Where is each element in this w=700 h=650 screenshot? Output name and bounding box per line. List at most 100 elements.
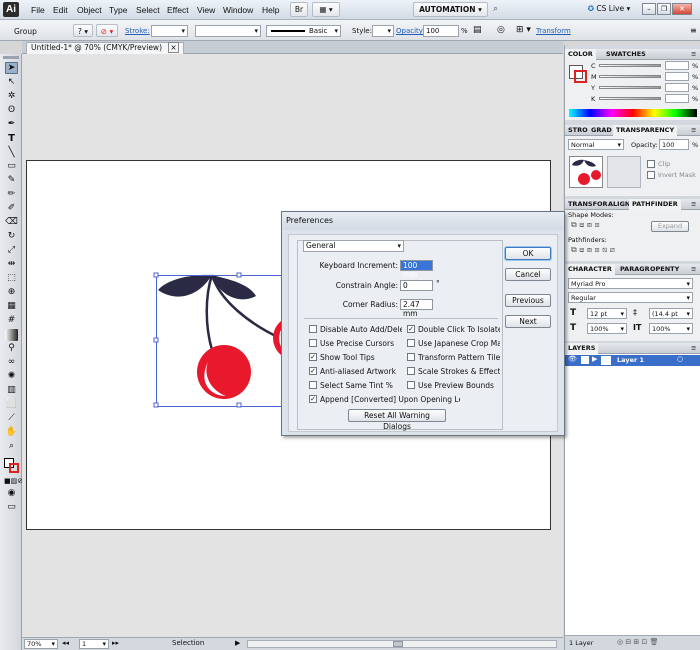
screen-mode-icon[interactable]: ▭ — [5, 502, 18, 514]
scale-tool-icon[interactable]: ⤢ — [5, 245, 18, 257]
stroke-color-icon[interactable] — [9, 463, 19, 473]
font-style-select[interactable]: Regular — [568, 292, 693, 303]
section-select[interactable]: General — [303, 240, 404, 252]
font-family-select[interactable]: Myriad Pro — [568, 278, 693, 289]
ok-button[interactable]: OK — [505, 247, 551, 260]
lock-toggle[interactable] — [581, 356, 589, 364]
keyboard-increment-input[interactable]: 100 mm — [400, 260, 433, 279]
document-tab[interactable]: Untitled-1* @ 70% (CMYK/Preview) × — [26, 42, 184, 54]
blend-mode-select[interactable]: Normal — [568, 139, 624, 150]
column-graph-tool-icon[interactable]: ▥ — [5, 385, 18, 397]
channel-m-field[interactable] — [665, 72, 689, 81]
disable-auto-add-delete-checkbox[interactable] — [309, 325, 317, 333]
restore-button[interactable]: ❐ — [657, 3, 671, 15]
bridge-button[interactable]: Br — [290, 2, 308, 17]
color-mode-icons[interactable]: ■▨⊘ — [4, 477, 23, 485]
menu-type[interactable]: Type — [109, 5, 127, 15]
gradient-tool-icon[interactable] — [5, 329, 18, 341]
shape-mode-icons[interactable]: ⧉ ⧈ ⧇ ⧆ — [571, 220, 600, 230]
recolor-artwork-icon[interactable]: ▤ — [473, 25, 482, 35]
channel-c-field[interactable] — [665, 61, 689, 70]
mesh-tool-icon[interactable]: # — [5, 315, 18, 327]
perspective-grid-tool-icon[interactable]: ▦ — [5, 301, 18, 313]
zoom-tool-icon[interactable]: ⌕ — [5, 441, 18, 453]
color-panel-menu-icon[interactable]: ≡ — [691, 49, 696, 59]
status-menu-arrow[interactable]: ▶ — [235, 639, 240, 647]
menu-file[interactable]: File — [31, 5, 45, 15]
japanese-crop-marks-checkbox[interactable] — [407, 339, 415, 347]
rotate-tool-icon[interactable]: ↻ — [5, 231, 18, 243]
tab-color[interactable]: COLOR — [565, 49, 596, 60]
lasso-tool-icon[interactable]: ʘ — [5, 105, 18, 117]
color-spectrum-ramp[interactable] — [569, 109, 697, 117]
zoom-field[interactable]: 70% — [24, 639, 58, 649]
blend-tool-icon[interactable]: ∞ — [5, 357, 18, 369]
channel-y-field[interactable] — [665, 83, 689, 92]
channel-y-slider[interactable] — [599, 86, 661, 89]
artboard-nav-prev[interactable]: ◂◂ — [62, 639, 69, 647]
fill-swatch[interactable]: ? ▾ — [73, 24, 93, 37]
character-panel-menu-icon[interactable]: ≡ — [691, 264, 696, 274]
selection-tool-icon[interactable]: ➤ — [5, 62, 18, 74]
constrain-angle-input[interactable]: 0 — [400, 280, 433, 291]
stroke-swatch[interactable]: ⊘ ▾ — [96, 24, 118, 37]
tab-gradient[interactable]: GRAD — [588, 125, 615, 136]
horizontal-scale-field[interactable]: 100% — [649, 323, 693, 334]
stroke-weight-field[interactable] — [151, 25, 188, 37]
width-tool-icon[interactable]: ⇹ — [5, 259, 18, 271]
draw-mode-icon[interactable]: ◉ — [5, 488, 18, 500]
menu-window[interactable]: Window — [223, 5, 253, 15]
pathfinder-panel-menu-icon[interactable]: ≡ — [691, 199, 696, 209]
tab-pathfinder[interactable]: PATHFINDER — [629, 199, 681, 210]
tab-opentype[interactable]: OPENTY — [647, 264, 682, 275]
layers-panel-menu-icon[interactable]: ≡ — [691, 343, 696, 353]
select-same-tint-checkbox[interactable] — [309, 381, 317, 389]
menu-effect[interactable]: Effect — [167, 5, 189, 15]
pencil-tool-icon[interactable]: ✏ — [5, 189, 18, 201]
channel-m-slider[interactable] — [599, 75, 661, 78]
menu-object[interactable]: Object — [77, 5, 102, 15]
line-tool-icon[interactable]: ╲ — [5, 147, 18, 159]
preview-bounds-checkbox[interactable] — [407, 381, 415, 389]
reset-warning-dialogs-button[interactable]: Reset All Warning Dialogs — [348, 409, 446, 431]
artboard-tool-icon[interactable]: ⬜ — [5, 399, 18, 411]
double-click-isolate-checkbox[interactable]: ✓ — [407, 325, 415, 333]
control-panel-menu-icon[interactable]: ≡ — [690, 26, 697, 35]
channel-c-slider[interactable] — [599, 64, 661, 67]
transform-pattern-tiles-checkbox[interactable] — [407, 353, 415, 361]
layer-name[interactable]: Layer 1 — [617, 356, 644, 364]
paintbrush-tool-icon[interactable]: ✎ — [5, 175, 18, 187]
scale-strokes-effects-checkbox[interactable] — [407, 367, 415, 375]
font-size-field[interactable]: 12 pt — [587, 308, 627, 319]
clip-checkbox[interactable] — [647, 160, 655, 168]
corner-radius-input[interactable]: 2.47 mm — [400, 299, 433, 318]
precise-cursors-checkbox[interactable] — [309, 339, 317, 347]
blob-brush-tool-icon[interactable]: ✐ — [5, 203, 18, 215]
show-tool-tips-checkbox[interactable]: ✓ — [309, 353, 317, 361]
close-document-icon[interactable]: × — [168, 42, 179, 53]
cancel-button[interactable]: Cancel — [505, 268, 551, 281]
tab-swatches[interactable]: SWATCHES — [603, 49, 649, 60]
scrollbar-thumb[interactable] — [393, 641, 403, 647]
search-icon[interactable]: ⌕ — [493, 4, 498, 14]
tab-character[interactable]: CHARACTER — [565, 264, 615, 275]
type-tool-icon[interactable]: T — [5, 133, 18, 145]
tab-stroke[interactable]: STRO — [565, 125, 591, 136]
layer-action-icons[interactable]: ◎ ⊟ ⊞ ⊡ 🗑 — [617, 638, 659, 646]
magic-wand-tool-icon[interactable]: ✲ — [5, 91, 18, 103]
minimize-button[interactable]: – — [642, 3, 656, 15]
variable-width-field[interactable] — [195, 25, 261, 37]
opacity-field[interactable]: 100 — [423, 25, 459, 37]
cherry-artwork[interactable] — [150, 266, 295, 416]
pathfinder-icons[interactable]: ⧉ ⧈ ⧇ ⧆ ⧅ ⧄ — [571, 245, 615, 255]
visibility-eye-icon[interactable]: 👁 — [568, 355, 577, 363]
next-button[interactable]: Next — [505, 315, 551, 328]
align-icon[interactable]: ⊞ ▾ — [516, 25, 531, 35]
graphic-style-field[interactable] — [372, 25, 394, 37]
layer-target-icon[interactable]: ○ — [677, 355, 683, 363]
vertical-scale-field[interactable]: 100% — [587, 323, 627, 334]
arrange-icon[interactable]: ◎ — [497, 25, 505, 35]
stroke-link[interactable]: Stroke: — [125, 27, 150, 35]
transparency-opacity-field[interactable]: 100 — [659, 139, 689, 150]
direct-selection-tool-icon[interactable]: ↖ — [5, 77, 18, 89]
